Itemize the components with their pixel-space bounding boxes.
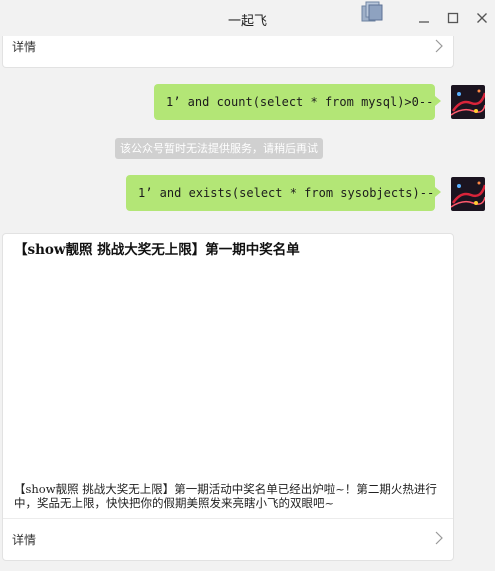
title-bar: 一起飞 [0, 0, 495, 36]
maximize-icon[interactable] [441, 6, 465, 30]
avatar[interactable] [451, 177, 485, 211]
article-title[interactable]: 【show靓照 挑战大奖无上限】第一期中奖名单 [14, 241, 444, 259]
detail-link-label[interactable]: 详情 [12, 531, 36, 548]
multi-window-icon[interactable] [361, 1, 383, 23]
close-icon[interactable] [470, 6, 494, 30]
message-text: 1’ and exists(select * from sysobjects)-… [138, 186, 435, 200]
minimize-icon[interactable] [412, 6, 436, 30]
article-cover-image[interactable] [13, 270, 443, 475]
divider [3, 518, 453, 519]
chevron-right-icon [435, 38, 443, 57]
avatar[interactable] [451, 85, 485, 119]
message-text: 1’ and count(select * from mysql)>0-- [166, 95, 434, 109]
article-card[interactable]: 【show靓照 挑战大奖无上限】第一期中奖名单 【show靓照 挑战大奖无上限】… [2, 233, 454, 561]
system-notice: 该公众号暂时无法提供服务，请稍后再试 [115, 138, 323, 159]
chevron-right-icon [435, 530, 443, 549]
article-summary: 【show靓照 挑战大奖无上限】第一期活动中奖名单已经出炉啦~！第二期火热进行中… [14, 482, 437, 510]
sent-message-bubble[interactable]: 1’ and exists(select * from sysobjects)-… [126, 175, 441, 211]
sent-message-bubble[interactable]: 1’ and count(select * from mysql)>0-- [154, 84, 441, 120]
detail-link-label[interactable]: 详情 [12, 38, 36, 55]
